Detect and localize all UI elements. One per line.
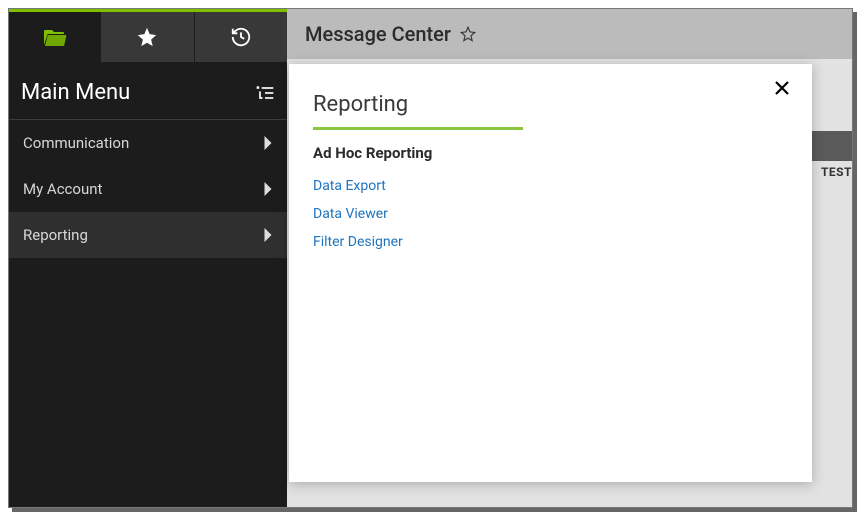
history-icon xyxy=(230,26,252,48)
sidebar-item-reporting[interactable]: Reporting xyxy=(9,212,287,258)
link-filter-designer[interactable]: Filter Designer xyxy=(313,228,788,256)
link-data-export[interactable]: Data Export xyxy=(313,172,788,200)
chevron-right-icon xyxy=(263,182,273,196)
close-button[interactable] xyxy=(774,80,790,96)
menu-items: Communication My Account Reporting xyxy=(9,120,287,258)
link-data-viewer[interactable]: Data Viewer xyxy=(313,200,788,228)
main-menu-title: Main Menu xyxy=(21,80,130,105)
reporting-popup: Reporting Ad Hoc Reporting Data Export D… xyxy=(289,64,812,482)
page-header: Message Center xyxy=(287,9,852,59)
sidebar-item-label: My Account xyxy=(23,180,102,198)
tab-menu[interactable] xyxy=(9,12,101,62)
star-outline-icon[interactable] xyxy=(459,25,477,43)
close-icon xyxy=(774,80,790,96)
top-tabs xyxy=(9,12,287,62)
text-fragment: TEST xyxy=(821,165,852,179)
folder-open-icon xyxy=(43,27,67,47)
popup-title: Reporting xyxy=(313,92,523,130)
chevron-right-icon xyxy=(263,136,273,150)
page-title: Message Center xyxy=(305,22,451,46)
sidebar-item-my-account[interactable]: My Account xyxy=(9,166,287,212)
sidebar-item-communication[interactable]: Communication xyxy=(9,120,287,166)
tree-collapse-icon[interactable] xyxy=(255,84,275,102)
chevron-right-icon xyxy=(263,228,273,242)
popup-links: Data Export Data Viewer Filter Designer xyxy=(313,172,788,256)
star-icon xyxy=(136,26,158,48)
popup-category: Ad Hoc Reporting xyxy=(313,144,788,162)
main-menu-header: Main Menu xyxy=(9,62,287,120)
sidebar-item-label: Reporting xyxy=(23,226,88,244)
tab-favorites[interactable] xyxy=(101,12,193,62)
sidebar: Main Menu Communication My Account Repor… xyxy=(9,9,287,507)
tab-history[interactable] xyxy=(194,12,287,62)
sidebar-item-label: Communication xyxy=(23,134,129,152)
